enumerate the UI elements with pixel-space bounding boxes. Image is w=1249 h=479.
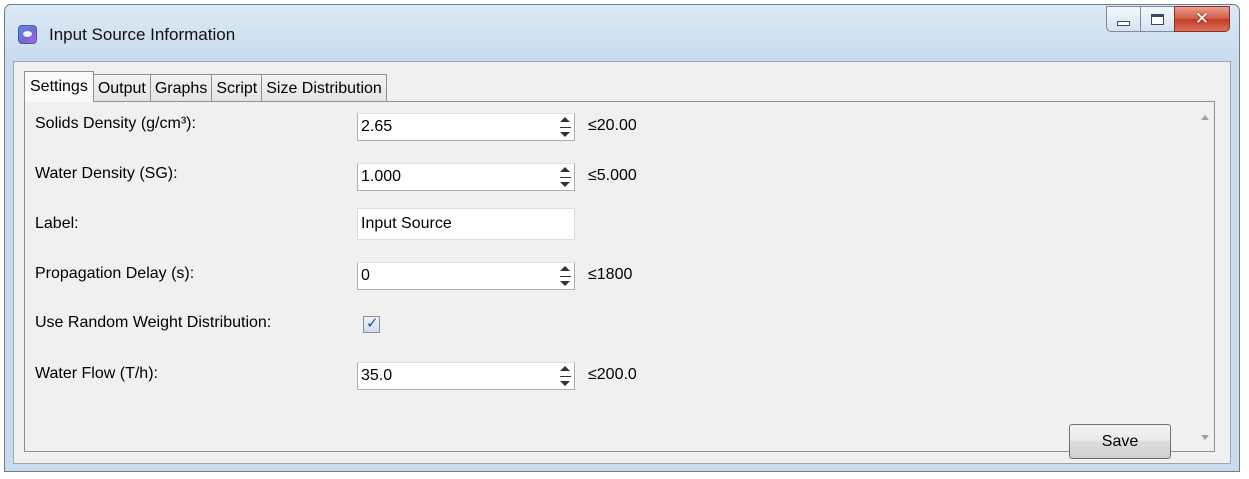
save-button[interactable]: Save <box>1069 424 1171 459</box>
minimize-button[interactable] <box>1106 6 1140 32</box>
client-area: Settings Output Graphs Script Size Distr… <box>13 61 1231 464</box>
spin-arrows-icon[interactable] <box>559 117 571 137</box>
checkmark-icon: ✓ <box>366 314 379 332</box>
propagation-delay-label: Propagation Delay (s): <box>35 265 195 282</box>
close-icon: ✕ <box>1194 9 1210 29</box>
app-icon <box>18 25 37 44</box>
maximize-button[interactable] <box>1140 6 1174 32</box>
tab-settings[interactable]: Settings <box>24 71 94 102</box>
solids-density-max: ≤20.00 <box>588 117 637 134</box>
title-bar[interactable]: Input Source Information ✕ <box>5 5 1239 61</box>
label-text-input[interactable]: Input Source <box>357 208 575 240</box>
scroll-up-icon[interactable] <box>1201 115 1209 120</box>
label-field-label: Label: <box>35 215 79 232</box>
random-weight-checkbox[interactable]: ✓ <box>363 314 380 333</box>
tab-bar: Settings Output Graphs Script Size Distr… <box>24 71 387 102</box>
random-weight-label: Use Random Weight Distribution: <box>35 314 272 331</box>
propagation-delay-spinbox[interactable]: 0 <box>357 262 575 290</box>
solids-density-spinbox[interactable]: 2.65 <box>357 113 575 141</box>
water-flow-spinbox[interactable]: 35.0 <box>357 362 575 390</box>
maximize-icon <box>1151 13 1164 25</box>
close-button[interactable]: ✕ <box>1174 6 1230 32</box>
water-density-label: Water Density (SG): <box>35 165 178 182</box>
minimize-icon <box>1117 20 1130 26</box>
solids-density-value: 2.65 <box>361 118 393 135</box>
tab-script[interactable]: Script <box>211 74 263 102</box>
water-density-max: ≤5.000 <box>588 167 637 184</box>
vertical-scrollbar[interactable] <box>1197 102 1214 451</box>
label-text-value: Input Source <box>361 215 452 232</box>
propagation-delay-max: ≤1800 <box>588 266 633 283</box>
propagation-delay-value: 0 <box>361 267 370 284</box>
spin-arrows-icon[interactable] <box>559 266 571 286</box>
water-flow-label: Water Flow (T/h): <box>35 365 158 382</box>
tab-size-distribution[interactable]: Size Distribution <box>261 74 387 102</box>
water-density-spinbox[interactable]: 1.000 <box>357 163 575 191</box>
settings-panel: Solids Density (g/cm³): 2.65 ≤20.00 Wate… <box>24 101 1215 452</box>
scroll-down-icon[interactable] <box>1201 435 1209 440</box>
window-title: Input Source Information <box>49 25 236 44</box>
water-flow-value: 35.0 <box>361 367 393 384</box>
solids-density-label: Solids Density (g/cm³): <box>35 115 196 132</box>
window-controls: ✕ <box>1106 6 1230 35</box>
water-density-value: 1.000 <box>361 168 402 185</box>
spin-arrows-icon[interactable] <box>559 167 571 187</box>
water-flow-max: ≤200.0 <box>588 366 637 383</box>
dialog-window: Input Source Information ✕ Settings Outp… <box>4 4 1240 472</box>
tab-graphs[interactable]: Graphs <box>149 74 213 102</box>
spin-arrows-icon[interactable] <box>559 366 571 386</box>
tab-output[interactable]: Output <box>92 74 151 102</box>
